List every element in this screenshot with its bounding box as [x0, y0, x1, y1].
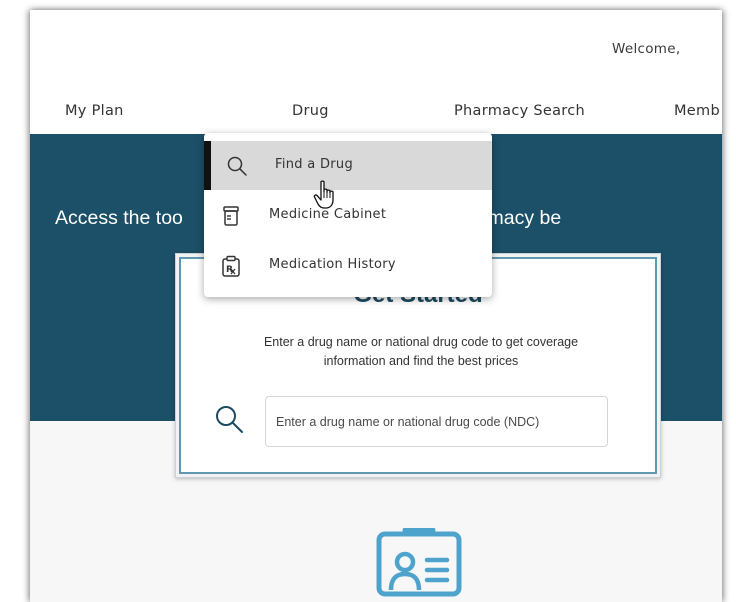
hero-text-left: Access the too: [55, 207, 183, 229]
search-icon: [216, 406, 243, 433]
drug-dropdown-menu: Find a Drug Medicine Cabinet R Medicatio…: [204, 133, 492, 297]
drug-search-input[interactable]: [265, 396, 608, 447]
dropdown-item-find-a-drug[interactable]: Find a Drug: [204, 141, 492, 190]
dropdown-item-label: Medication History: [269, 257, 396, 272]
nav-pharmacy-search[interactable]: Pharmacy Search: [454, 103, 585, 119]
search-icon: [227, 156, 247, 176]
nav-member[interactable]: Memb: [674, 103, 720, 119]
dropdown-item-medicine-cabinet[interactable]: Medicine Cabinet: [204, 191, 492, 240]
dropdown-item-medication-history[interactable]: R Medication History: [204, 241, 492, 290]
dropdown-item-label: Find a Drug: [275, 157, 354, 172]
nav-my-plan[interactable]: My Plan: [65, 103, 124, 119]
welcome-text: Welcome,: [612, 41, 681, 57]
nav-drug[interactable]: Drug: [292, 103, 329, 119]
member-id-card-icon: [375, 527, 463, 602]
prescription-clipboard-icon: R: [222, 255, 240, 277]
pill-bottle-icon: [223, 206, 239, 226]
hand-pointer-icon: [313, 180, 334, 209]
card-description: Enter a drug name or national drug code …: [263, 335, 579, 368]
browser-page: Welcome, My Plan Drug Pharmacy Search Me…: [30, 10, 722, 602]
